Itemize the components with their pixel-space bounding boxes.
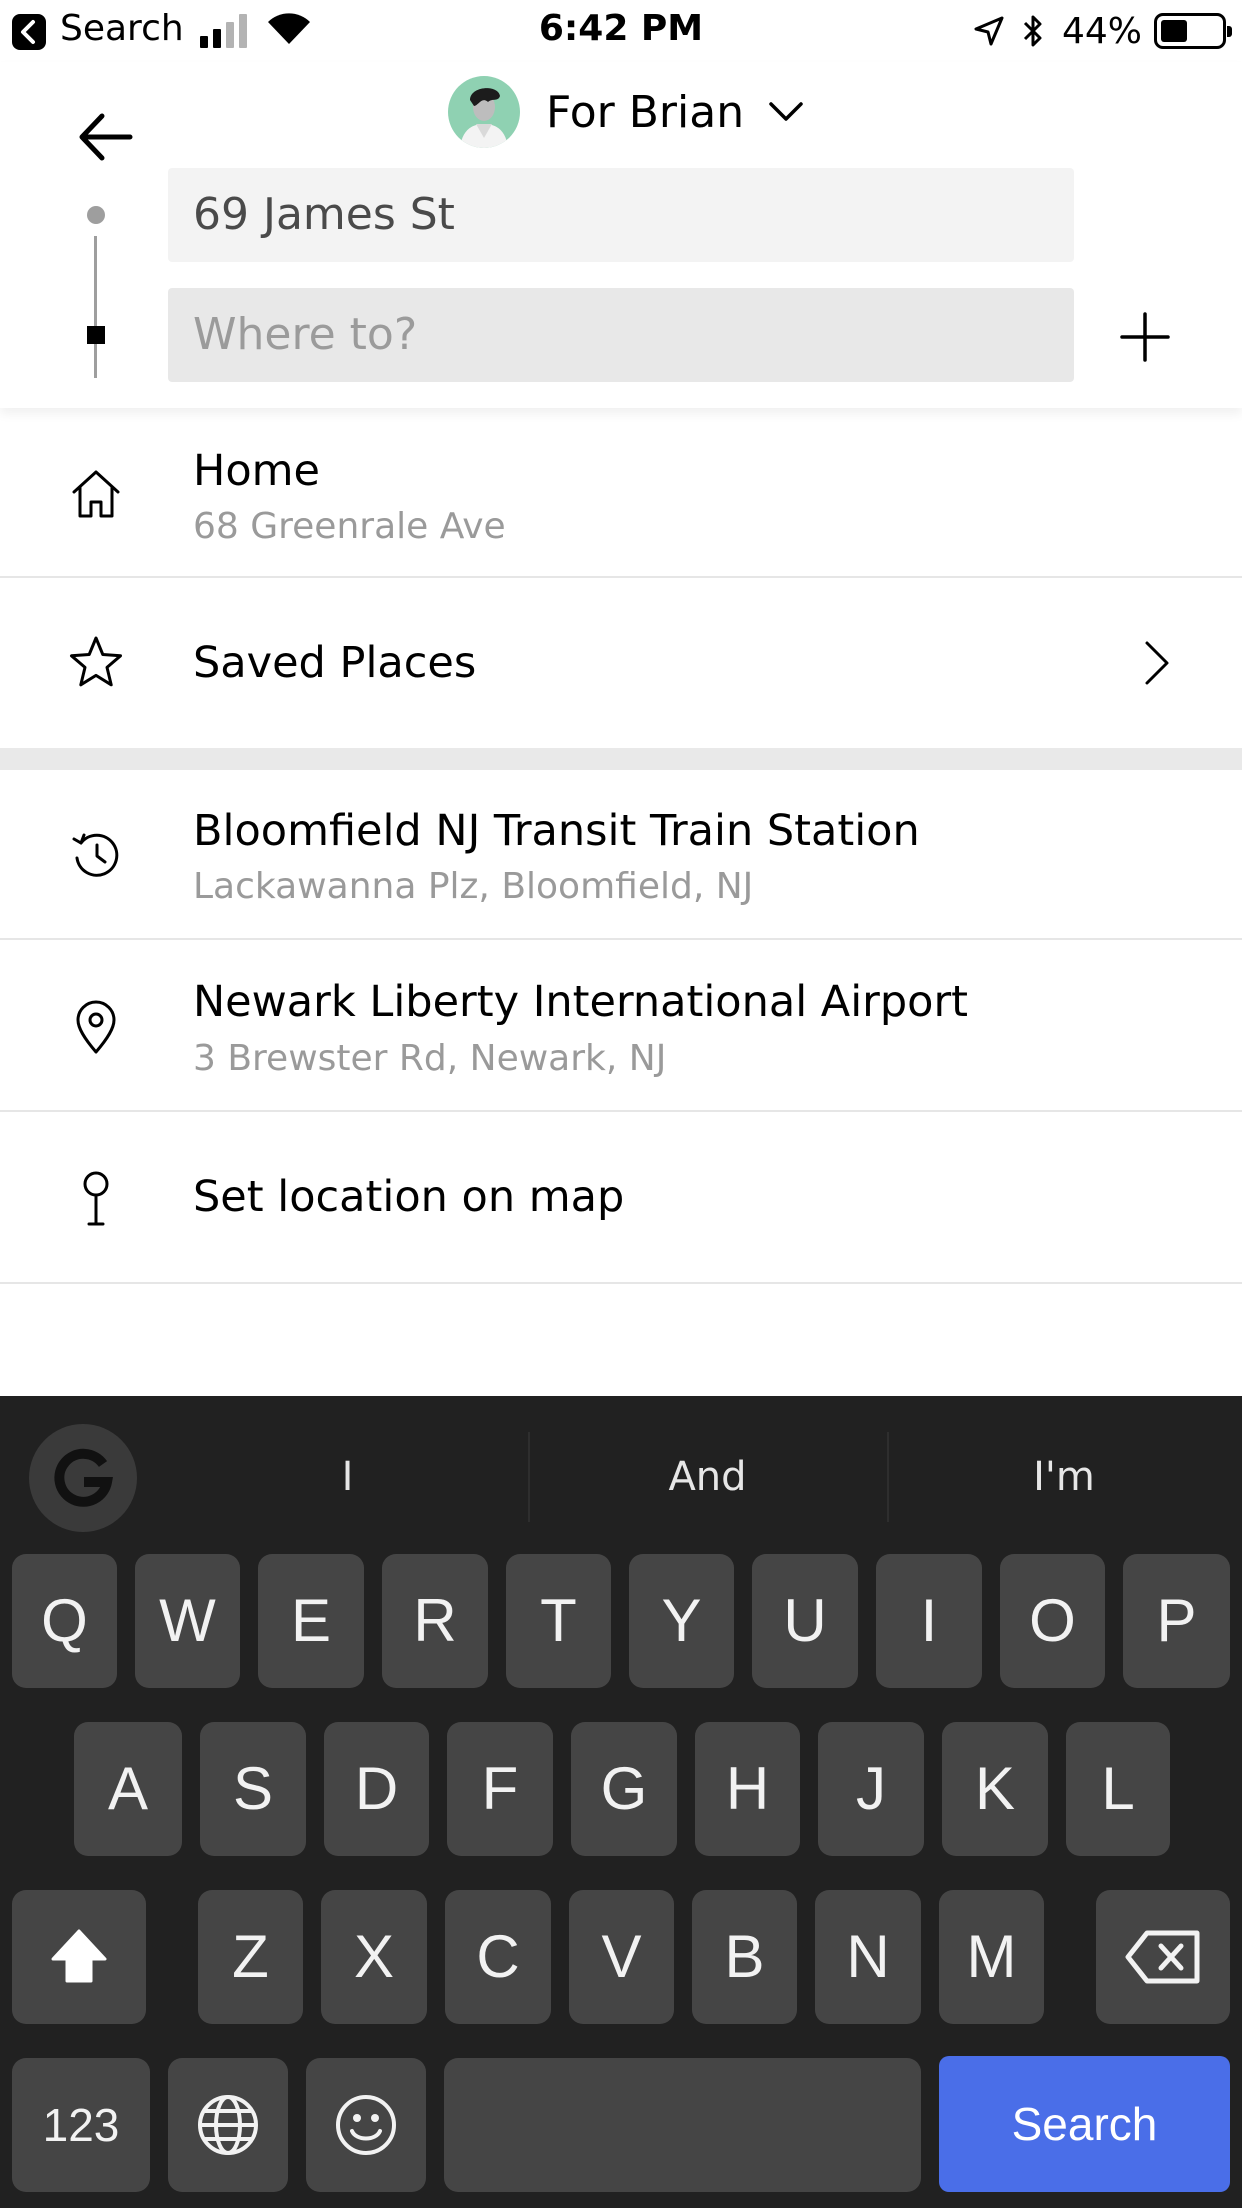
key-b[interactable]: B (692, 1890, 797, 2024)
key-j[interactable]: J (818, 1722, 924, 1856)
key-t[interactable]: T (506, 1554, 611, 1688)
list-item-title: Bloomfield NJ Transit Train Station (193, 806, 920, 856)
battery-percent: 44% (1061, 10, 1142, 52)
location-services-icon (974, 16, 1004, 46)
key-e[interactable]: E (258, 1554, 364, 1688)
star-icon (70, 636, 122, 687)
chevron-down-icon[interactable] (768, 101, 804, 123)
list-item-title: Newark Liberty International Airport (193, 977, 968, 1027)
emoji-key[interactable] (306, 2058, 426, 2192)
key-c[interactable]: C (445, 1890, 551, 2024)
list-item-subtitle: 3 Brewster Rd, Newark, NJ (193, 1038, 667, 1079)
location-pin-icon (76, 1000, 116, 1054)
status-bar: Search 6:42 PM 44% (0, 0, 1242, 62)
key-w[interactable]: W (135, 1554, 240, 1688)
list-item-title: Set location on map (193, 1172, 625, 1222)
shift-icon (51, 1929, 107, 1983)
key-q[interactable]: Q (12, 1554, 117, 1688)
list-item-title: Home (193, 446, 320, 496)
pickup-field[interactable]: 69 James St (168, 168, 1074, 262)
trip-header: For Brian 69 James St (0, 62, 1242, 408)
list-item-saved-places[interactable]: Saved Places (0, 578, 1242, 748)
key-u[interactable]: U (752, 1554, 858, 1688)
list-item-subtitle: 68 Greenrale Ave (193, 506, 506, 547)
key-o[interactable]: O (1000, 1554, 1105, 1688)
shift-key[interactable] (12, 1890, 146, 2024)
list-item-recent-newark[interactable]: Newark Liberty International Airport 3 B… (0, 940, 1242, 1112)
battery-level (1161, 20, 1187, 42)
rider-name[interactable]: For Brian (546, 87, 744, 138)
key-f[interactable]: F (447, 1722, 553, 1856)
search-key[interactable]: Search (939, 2056, 1230, 2192)
key-i[interactable]: I (876, 1554, 982, 1688)
key-l[interactable]: L (1066, 1722, 1170, 1856)
section-divider (0, 748, 1242, 770)
backspace-icon (1125, 1930, 1200, 1984)
key-p[interactable]: P (1123, 1554, 1230, 1688)
rider-selector[interactable]: For Brian (448, 72, 804, 152)
avatar (448, 76, 520, 148)
destination-input[interactable] (168, 288, 1074, 382)
home-icon (72, 470, 120, 518)
globe-key[interactable] (168, 2058, 288, 2192)
suggestion-2[interactable]: And (530, 1432, 885, 1522)
list-item-recent-bloomfield[interactable]: Bloomfield NJ Transit Train Station Lack… (0, 770, 1242, 940)
list-item-subtitle: Lackawanna Plz, Bloomfield, NJ (193, 866, 754, 907)
pickup-dot-icon (87, 206, 105, 224)
key-a[interactable]: A (74, 1722, 182, 1856)
emoji-icon (336, 2095, 396, 2155)
history-icon (72, 833, 119, 877)
list-item-title: Saved Places (193, 638, 477, 688)
bluetooth-icon (1023, 15, 1042, 47)
numbers-key[interactable]: 123 (12, 2058, 150, 2192)
key-r[interactable]: R (382, 1554, 488, 1688)
suggestion-3[interactable]: I'm (889, 1432, 1239, 1522)
key-d[interactable]: D (324, 1722, 429, 1856)
key-y[interactable]: Y (629, 1554, 734, 1688)
backspace-key[interactable] (1096, 1890, 1230, 2024)
key-h[interactable]: H (695, 1722, 800, 1856)
key-k[interactable]: K (942, 1722, 1048, 1856)
key-n[interactable]: N (815, 1890, 921, 2024)
add-stop-icon[interactable] (1120, 312, 1170, 362)
destination-square-icon (87, 326, 105, 344)
key-s[interactable]: S (200, 1722, 306, 1856)
key-x[interactable]: X (321, 1890, 427, 2024)
list-item-set-on-map[interactable]: Set location on map (0, 1112, 1242, 1284)
space-key[interactable] (444, 2058, 921, 2192)
suggestion-1[interactable]: I (170, 1432, 525, 1522)
list-item-home[interactable]: Home 68 Greenrale Ave (0, 408, 1242, 578)
chevron-right-icon (1145, 641, 1169, 685)
key-g[interactable]: G (571, 1722, 677, 1856)
battery-icon (1154, 13, 1232, 49)
route-line (94, 236, 97, 378)
key-m[interactable]: M (939, 1890, 1044, 2024)
map-pin-icon (83, 1171, 109, 1226)
globe-icon (198, 2095, 258, 2155)
gboard-g-icon[interactable] (29, 1424, 137, 1532)
back-arrow-icon[interactable] (76, 102, 136, 172)
key-z[interactable]: Z (198, 1890, 303, 2024)
key-v[interactable]: V (569, 1890, 674, 2024)
keyboard: I And I'm Q W E R T Y U I O P A S D F G … (0, 1396, 1242, 2208)
